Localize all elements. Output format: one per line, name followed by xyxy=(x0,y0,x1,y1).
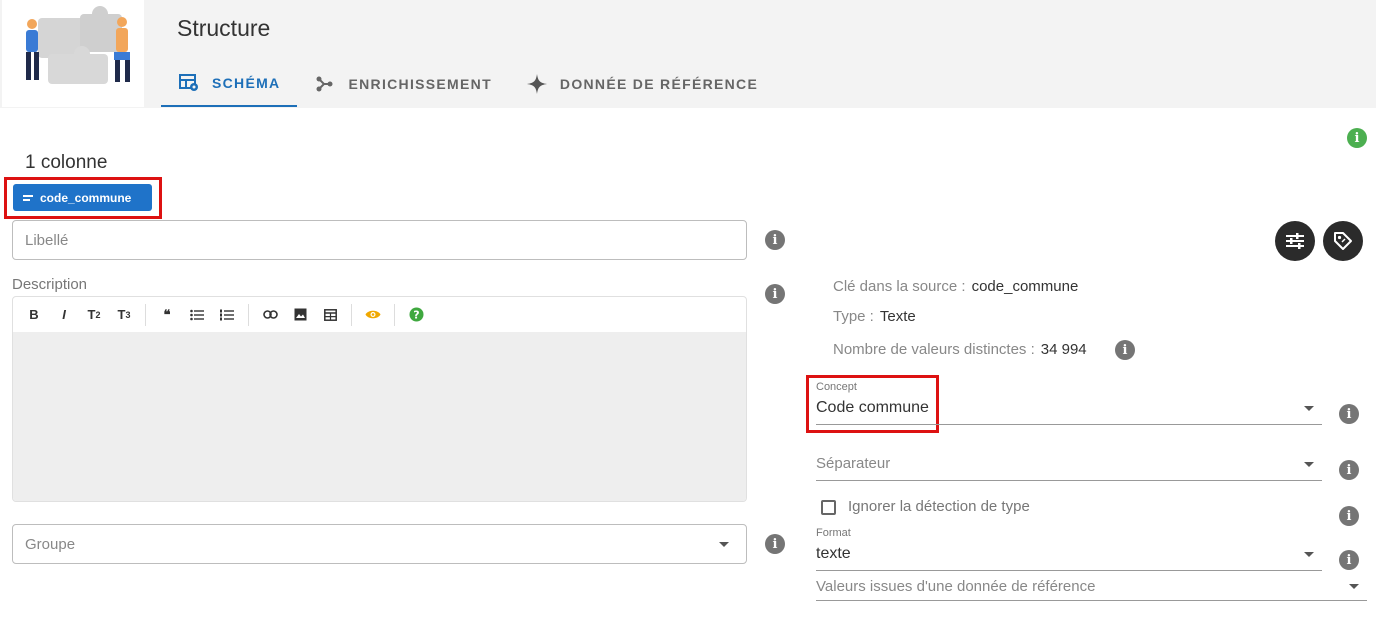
table-cog-icon xyxy=(178,72,200,94)
concept-label: Concept xyxy=(816,381,857,393)
separator-select[interactable]: Séparateur xyxy=(816,451,1322,481)
source-key-row: Clé dans la source : code_commune xyxy=(833,278,1079,295)
tab-label: SCHÉMA xyxy=(212,74,281,91)
tab-donnee-reference[interactable]: DONNÉE DE RÉFÉRENCE xyxy=(509,60,775,107)
column-chip-label: code_commune xyxy=(40,190,132,205)
table-icon xyxy=(323,308,337,321)
eye-icon xyxy=(365,310,381,319)
toolbar-divider xyxy=(394,303,395,326)
libelle-input[interactable]: Libellé xyxy=(12,220,747,260)
separator-placeholder: Séparateur xyxy=(816,455,891,472)
description-label: Description xyxy=(12,276,88,293)
format-value: texte xyxy=(816,545,851,562)
tab-enrichissement[interactable]: ENRICHISSEMENT xyxy=(297,60,508,107)
numbered-list-button[interactable] xyxy=(212,303,242,327)
concept-select[interactable]: Concept Code commune xyxy=(816,381,1322,425)
libelle-placeholder: Libellé xyxy=(25,231,69,249)
editor-toolbar: B I T2 T3 ❝ ? xyxy=(13,297,746,332)
distinct-values-row: Nombre de valeurs distinctes :34 994 xyxy=(833,341,1087,358)
heading2-button[interactable]: T2 xyxy=(79,303,109,327)
sparkle-icon xyxy=(526,73,548,95)
settings-sliders-button[interactable] xyxy=(1275,221,1315,261)
bullet-list-button[interactable] xyxy=(182,303,212,327)
reference-values-placeholder: Valeurs issues d'une donnée de référence xyxy=(816,578,1096,595)
tag-icon xyxy=(1334,232,1352,250)
page-title: Structure xyxy=(177,15,271,41)
column-count: 1 colonne xyxy=(25,152,108,173)
help-button[interactable]: ? xyxy=(401,303,431,327)
toolbar-divider xyxy=(145,303,146,326)
chevron-down-icon xyxy=(1304,462,1314,467)
groupe-select[interactable]: Groupe xyxy=(12,524,747,564)
tag-button[interactable] xyxy=(1323,221,1363,261)
type-row: Type : Texte xyxy=(833,308,916,325)
help-icon: ? xyxy=(409,307,423,322)
page-info-icon[interactable]: i xyxy=(1347,128,1367,148)
tab-schema[interactable]: SCHÉMA xyxy=(161,60,298,107)
heading3-button[interactable]: T3 xyxy=(109,303,139,327)
italic-button[interactable]: I xyxy=(49,303,79,327)
chevron-down-icon xyxy=(719,542,729,547)
link-button[interactable] xyxy=(255,303,285,327)
description-info-icon[interactable]: i xyxy=(765,284,785,304)
separator-info-icon[interactable]: i xyxy=(1339,460,1359,480)
table-button[interactable] xyxy=(315,303,345,327)
graph-nodes-icon xyxy=(314,73,336,95)
groupe-placeholder: Groupe xyxy=(25,535,76,553)
chevron-down-icon xyxy=(1349,584,1359,589)
description-editor[interactable]: B I T2 T3 ❝ ? xyxy=(12,296,747,502)
bold-button[interactable]: B xyxy=(19,303,49,327)
column-chip-code-commune[interactable]: code_commune xyxy=(13,184,152,211)
image-button[interactable] xyxy=(285,303,315,327)
editor-content-area[interactable] xyxy=(13,332,746,501)
ignore-type-checkbox[interactable] xyxy=(821,500,836,515)
tab-bar: SCHÉMA ENRICHISSEMENT DONNÉE DE RÉFÉRENC… xyxy=(161,60,775,108)
chevron-down-icon xyxy=(1304,552,1314,557)
quote-button[interactable]: ❝ xyxy=(152,303,182,327)
concept-info-icon[interactable]: i xyxy=(1339,404,1359,424)
format-info-icon[interactable]: i xyxy=(1339,550,1359,570)
reference-values-select[interactable]: Valeurs issues d'une donnée de référence xyxy=(816,575,1367,601)
concept-value: Code commune xyxy=(816,399,929,416)
image-icon xyxy=(294,308,306,321)
tab-label: ENRICHISSEMENT xyxy=(348,75,492,92)
ignore-type-info-icon[interactable]: i xyxy=(1339,506,1359,526)
libelle-info-icon[interactable]: i xyxy=(765,230,785,250)
distinct-values-info-icon[interactable]: i xyxy=(1115,340,1135,360)
puzzle-illustration xyxy=(2,0,144,107)
tab-label: DONNÉE DE RÉFÉRENCE xyxy=(559,75,759,92)
page-header: Structure SCHÉMA ENRICHISSEMENT DONNÉE D… xyxy=(0,0,1376,108)
format-select[interactable]: Format texte xyxy=(816,527,1322,571)
chevron-down-icon xyxy=(1304,406,1314,411)
svg-text:?: ? xyxy=(413,308,419,321)
groupe-info-icon[interactable]: i xyxy=(765,534,785,554)
format-label: Format xyxy=(816,527,851,539)
toolbar-divider xyxy=(351,303,352,326)
toolbar-divider xyxy=(248,303,249,326)
link-icon xyxy=(262,310,278,319)
numbered-list-icon xyxy=(220,309,234,320)
sliders-icon xyxy=(1286,233,1304,249)
preview-button[interactable] xyxy=(358,303,388,327)
ignore-type-label: Ignorer la détection de type xyxy=(848,498,1030,515)
text-column-icon xyxy=(23,194,33,201)
bullet-list-icon xyxy=(190,309,204,320)
